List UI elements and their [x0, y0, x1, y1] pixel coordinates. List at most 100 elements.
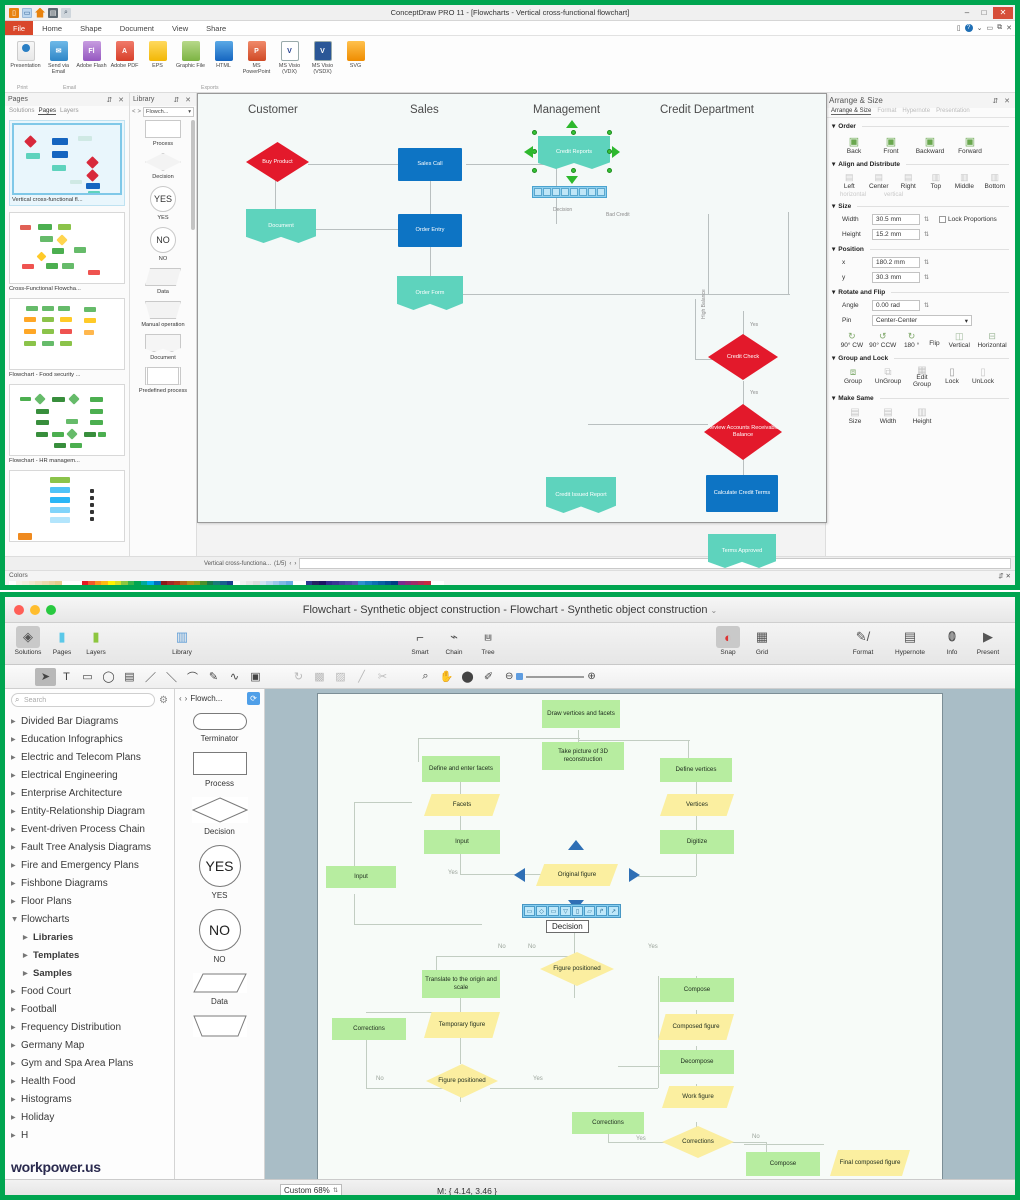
node-sales-call[interactable]: Sales Call — [398, 148, 462, 181]
ribbon-button-adobe-flash[interactable]: Fl Adobe Flash — [75, 38, 108, 69]
color-swatch[interactable] — [42, 581, 49, 590]
node-define-enter-facets[interactable]: Define and enter facets — [422, 756, 500, 782]
edit-group-button[interactable]: ▦ Edit Group — [908, 367, 936, 388]
color-swatch[interactable] — [358, 581, 365, 590]
pages-panel-pin-close[interactable]: ⇵ ✕ — [106, 96, 126, 104]
color-swatch[interactable] — [108, 581, 115, 590]
page-thumbnail-item[interactable]: Flowchart - Food security ... — [9, 298, 125, 378]
color-swatch[interactable] — [29, 581, 36, 590]
node-credit-reports[interactable]: Credit Reports — [538, 136, 610, 169]
size-width-row[interactable]: Width 30.5 mm ⇅ Lock Proportions — [832, 210, 1009, 225]
library-shape-document[interactable]: Document — [130, 334, 196, 362]
node-corrections-2[interactable]: Corrections — [572, 1112, 644, 1134]
rotate-90ccw-button[interactable]: ↺ 90° CCW — [868, 331, 898, 349]
quick-access-toolbar[interactable]: ▯ ▭ ▤ ⌕ — [5, 8, 71, 18]
node-composed-figure[interactable]: Composed figure — [658, 1014, 734, 1040]
toolbar-group-connectors[interactable]: ⌐ Smart ⌁ Chain ⩏ Tree — [403, 626, 505, 656]
node-take-picture[interactable]: Take picture of 3D reconstruction — [542, 742, 624, 770]
node-facets[interactable]: Facets — [424, 794, 500, 816]
library-shape-terminator[interactable]: Terminator — [175, 713, 264, 743]
library-shape-decision[interactable]: Decision — [175, 797, 264, 836]
tab-presentation[interactable]: Presentation — [936, 108, 970, 115]
node-figure-positioned-2[interactable]: Figure positioned — [426, 1064, 498, 1098]
chevron-right-icon[interactable]: ▶ — [11, 768, 17, 784]
mini-connector-icon[interactable] — [588, 188, 596, 196]
library-shape-manual-operation[interactable]: Manual operation — [130, 301, 196, 329]
sidebar-item-fishbone-diagrams[interactable]: ▶Fishbone Diagrams — [5, 875, 174, 893]
chevron-right-icon[interactable]: ▶ — [11, 1110, 17, 1126]
color-swatch[interactable] — [9, 581, 16, 590]
sidebar-item-fault-tree-analysis-diagrams[interactable]: ▶Fault Tree Analysis Diagrams — [5, 839, 174, 857]
color-swatch[interactable] — [411, 581, 418, 590]
rotate-pin-row[interactable]: Pin Center-Center ▾ — [832, 311, 1009, 326]
color-swatch[interactable] — [141, 581, 148, 590]
stamp-icon[interactable]: ⬤ — [457, 668, 478, 686]
unlock-button[interactable]: ▯ UnLock — [968, 367, 998, 388]
color-swatch[interactable] — [326, 581, 333, 590]
page-thumbnail-item[interactable] — [9, 470, 125, 542]
hand-icon[interactable]: ✋ — [436, 668, 457, 686]
color-swatch[interactable] — [22, 581, 29, 590]
save-icon[interactable]: ▤ — [48, 8, 58, 18]
toolbar-present-button[interactable]: ▶ Present — [967, 626, 1009, 656]
tab-solutions[interactable]: Solutions — [9, 107, 34, 115]
chevron-right-icon[interactable]: ▶ — [23, 966, 29, 982]
library-shape-predefined-process[interactable]: Predefined process — [130, 367, 196, 395]
chevron-right-icon[interactable]: ▶ — [11, 786, 17, 802]
y-input[interactable]: 30.3 mm — [872, 272, 920, 283]
ribbon-button-html[interactable]: HTML — [207, 38, 240, 69]
sidebar-item-floor-plans[interactable]: ▶Floor Plans — [5, 893, 174, 911]
node-define-vertices[interactable]: Define vertices — [660, 758, 732, 782]
chevron-right-icon[interactable]: ▶ — [11, 984, 17, 1000]
ribbon-minimize-icon[interactable]: ▭ — [987, 24, 994, 32]
rotate-icon[interactable]: ↻ — [288, 668, 309, 686]
color-swatch[interactable] — [405, 581, 412, 590]
menu-view[interactable]: View — [163, 21, 197, 35]
chevron-right-icon[interactable]: ▶ — [11, 1074, 17, 1090]
color-swatch[interactable] — [319, 581, 326, 590]
mini-document-icon[interactable] — [570, 188, 578, 196]
order-front-button[interactable]: ▣ Front — [875, 135, 907, 155]
ribbon-button-graphic-file[interactable]: Graphic File — [174, 38, 207, 69]
chevron-down-icon[interactable]: ▶ — [6, 917, 22, 923]
chevron-right-icon[interactable]: ▶ — [11, 894, 17, 910]
page-thumbnail-item[interactable]: Flowchart - HR managem... — [9, 384, 125, 464]
colors-panel-pin-close[interactable]: ⇵ ✕ — [998, 572, 1011, 580]
menu-share[interactable]: Share — [197, 21, 235, 35]
color-swatch[interactable] — [128, 581, 135, 590]
search-icon[interactable]: ⌕ — [61, 8, 71, 18]
toolbar-layers-button[interactable]: ▮ Layers — [79, 626, 113, 656]
color-swatch[interactable] — [438, 581, 445, 590]
color-swatch[interactable] — [55, 581, 62, 590]
height-input[interactable]: 15.2 mm — [872, 229, 920, 240]
menu-document[interactable]: Document — [111, 21, 163, 35]
chevron-down-icon[interactable]: ⌄ — [711, 606, 718, 615]
make-same-buttons[interactable]: ▤ Size ▤ Width ▥ Height — [832, 402, 1009, 425]
sidebar-item-templates[interactable]: ▶Templates — [5, 947, 174, 965]
library-refresh-icon[interactable]: ⟳ — [247, 692, 260, 705]
node-corrections-1[interactable]: Corrections — [332, 1018, 406, 1040]
ungroup-button[interactable]: ⧉ UnGroup — [871, 367, 905, 388]
color-swatch[interactable] — [279, 581, 286, 590]
color-swatch[interactable] — [431, 581, 438, 590]
color-swatch[interactable] — [180, 581, 187, 590]
page-tab-name[interactable]: Vertical cross-functiona... — [204, 561, 271, 567]
node-input-1[interactable]: Input — [424, 830, 500, 854]
color-swatch[interactable] — [68, 581, 75, 590]
sidebar-item-samples[interactable]: ▶Samples — [5, 965, 174, 983]
close-button[interactable]: ✕ — [993, 7, 1013, 19]
color-swatch[interactable] — [134, 581, 141, 590]
section-align-header[interactable]: ▾ Align and Distribute — [832, 160, 1009, 168]
sidebar-item-food-court[interactable]: ▶Food Court — [5, 983, 174, 1001]
sidebar-item-flowcharts[interactable]: ▶Flowcharts — [5, 911, 174, 929]
sidebar-options-icon[interactable]: ⚙ — [159, 695, 168, 706]
node-corrections-3[interactable]: Corrections — [662, 1126, 734, 1158]
mini-process-icon[interactable]: ▭ — [548, 906, 559, 916]
open-icon[interactable]: ▭ — [22, 8, 32, 18]
library-shape-process[interactable]: Process — [130, 120, 196, 148]
mac-library-navigation[interactable]: ‹ › Flowch... ⟳ — [175, 689, 264, 707]
shape-icon[interactable]: ▣ — [245, 668, 266, 686]
sidebar-item-electrical-engineering[interactable]: ▶Electrical Engineering — [5, 767, 174, 785]
color-swatch[interactable] — [339, 581, 346, 590]
angle-stepper[interactable]: ⇅ — [924, 302, 929, 309]
